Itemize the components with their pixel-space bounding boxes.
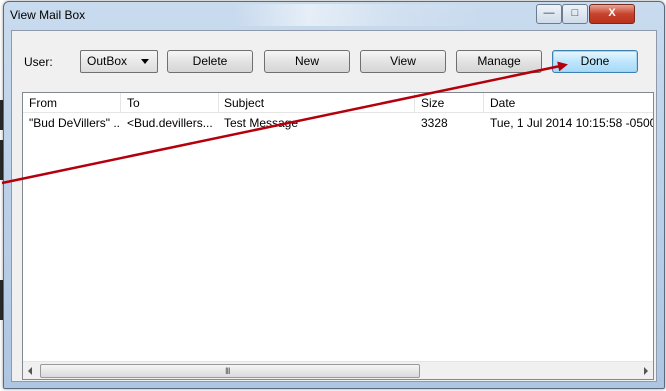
done-button[interactable]: Done [552,50,638,73]
column-header-size[interactable]: Size [421,96,444,110]
toolbar: User: OutBox Delete New View Manage Done [12,31,656,87]
title-glass [234,4,484,26]
title-bar[interactable]: View Mail Box — □ X [4,2,664,28]
close-button[interactable]: X [589,4,635,24]
list-header: From To Subject Size Date [23,93,653,113]
user-select[interactable]: OutBox [80,50,158,73]
manage-button[interactable]: Manage [456,50,542,73]
delete-button[interactable]: Delete [167,50,253,73]
user-select-value: OutBox [87,54,128,68]
message-list[interactable]: From To Subject Size Date "Bud DeVillers… [22,92,654,380]
column-header-subject[interactable]: Subject [224,96,264,110]
column-divider[interactable] [483,93,484,112]
column-header-from[interactable]: From [29,96,57,110]
view-button[interactable]: View [360,50,446,73]
table-row[interactable]: "Bud DeVillers" ... <Bud.devillers... Te… [23,114,653,131]
scrollbar-grip: III [225,366,230,376]
scroll-right-icon[interactable] [644,367,648,375]
new-button[interactable]: New [264,50,350,73]
dialog-client-area: User: OutBox Delete New View Manage Done… [11,30,657,382]
column-header-to[interactable]: To [127,96,140,110]
maximize-button[interactable]: □ [562,4,588,24]
window-title: View Mail Box [10,8,86,22]
scrollbar-thumb[interactable]: III [40,364,420,378]
user-label: User: [24,55,53,69]
column-divider[interactable] [414,93,415,112]
column-divider[interactable] [218,93,219,112]
horizontal-scrollbar[interactable]: III [23,361,653,379]
view-mailbox-window: View Mail Box — □ X User: OutBox Delete … [3,1,665,389]
cell-to: <Bud.devillers... [127,116,213,130]
cell-date: Tue, 1 Jul 2014 10:15:58 -0500 [490,116,653,130]
minimize-button[interactable]: — [536,4,562,24]
column-header-date[interactable]: Date [490,96,515,110]
cell-from: "Bud DeVillers" ... [29,116,119,130]
chevron-down-icon [141,59,149,64]
column-divider[interactable] [120,93,121,112]
cell-size: 3328 [421,116,448,130]
cell-subject: Test Message [224,116,299,130]
scroll-left-icon[interactable] [28,367,32,375]
